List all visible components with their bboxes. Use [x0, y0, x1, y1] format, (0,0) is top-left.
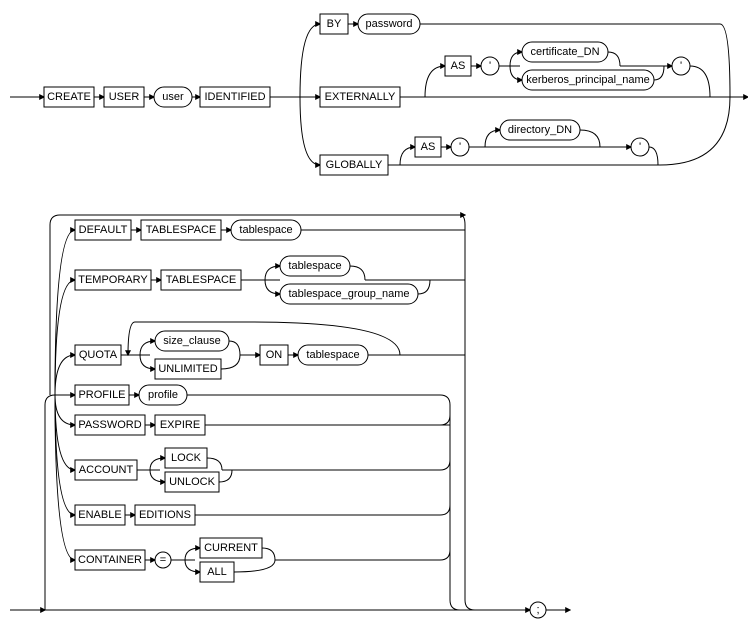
kw-tablespace2-label: TABLESPACE	[166, 274, 237, 286]
kw-expire-label: EXPIRE	[160, 419, 200, 431]
nt-kerb-label: kerberos_principal_name	[526, 74, 650, 86]
kw-temporary-label: TEMPORARY	[78, 274, 148, 286]
kw-tablespace1-label: TABLESPACE	[146, 224, 217, 236]
kw-as-glob-label: AS	[421, 141, 436, 153]
kw-externally-label: EXTERNALLY	[325, 91, 396, 103]
kw-as-ext-label: AS	[451, 60, 466, 72]
nt-ts-group-label: tablespace_group_name	[288, 288, 409, 300]
kw-user-label: USER	[109, 91, 140, 103]
nt-dir-dn-label: directory_DN	[508, 124, 572, 136]
kw-quota-label: QUOTA	[79, 349, 118, 361]
kw-by-label: BY	[327, 18, 342, 30]
quote-close-ext-label: '	[680, 60, 682, 72]
nt-tablespace3-label: tablespace	[306, 349, 359, 361]
kw-current-label: CURRENT	[204, 542, 258, 554]
kw-container-label: CONTAINER	[78, 554, 142, 566]
nt-tablespace2-label: tablespace	[288, 260, 341, 272]
kw-create-label: CREATE	[47, 91, 91, 103]
quote-open-ext-label: '	[489, 60, 491, 72]
syntax-diagram: CREATE USER user IDENTIFIED BY password …	[0, 0, 748, 628]
quote-open-glob-label: '	[459, 141, 461, 153]
kw-profile-label: PROFILE	[78, 389, 125, 401]
equals-label: =	[160, 554, 166, 566]
nt-cert-dn-label: certificate_DN	[530, 46, 599, 58]
semicolon-label: ;	[536, 604, 539, 616]
nt-tablespace1-label: tablespace	[239, 224, 292, 236]
nt-profile-label: profile	[148, 389, 178, 401]
nt-user-label: user	[162, 91, 184, 103]
kw-account-label: ACCOUNT	[79, 464, 134, 476]
kw-all-label: ALL	[207, 566, 227, 578]
kw-globally-label: GLOBALLY	[326, 159, 383, 171]
kw-password-label: PASSWORD	[78, 419, 141, 431]
nt-password-label: password	[365, 18, 412, 30]
nt-size-clause-label: size_clause	[163, 335, 220, 347]
kw-identified-label: IDENTIFIED	[204, 91, 265, 103]
quote-close-glob-label: '	[639, 141, 641, 153]
kw-unlimited-label: UNLIMITED	[158, 363, 217, 375]
kw-on-label: ON	[266, 349, 283, 361]
kw-default-label: DEFAULT	[79, 224, 128, 236]
kw-lock-label: LOCK	[171, 452, 202, 464]
kw-editions-label: EDITIONS	[139, 509, 191, 521]
kw-enable-label: ENABLE	[78, 509, 121, 521]
kw-unlock-label: UNLOCK	[169, 476, 216, 488]
